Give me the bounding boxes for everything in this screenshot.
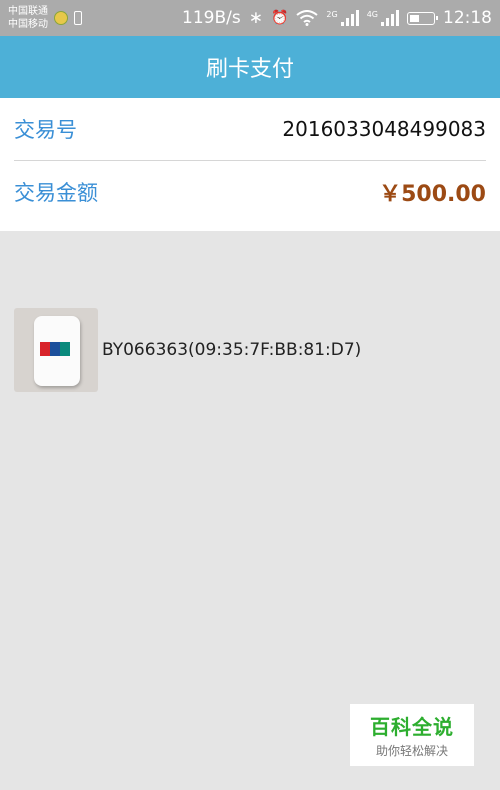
status-bar: 中国联通 中国移动 119B/s ∗ ⏰ 2G 4G 12:18: [0, 0, 500, 36]
bluetooth-icon: ∗: [248, 8, 263, 28]
watermark-subtitle: 助你轻松解决: [375, 744, 448, 758]
receipt-zigzag-edge: [0, 223, 500, 231]
watermark: 百科全说 助你轻松解决: [350, 704, 474, 766]
card-reader-thumbnail: [14, 308, 98, 392]
carrier-bottom: 中国移动: [8, 19, 48, 30]
page-title: 刷卡支付: [205, 57, 294, 82]
wifi-icon: [296, 10, 319, 26]
transaction-info-card: 交易号 2016033048499083 交易金额 ￥500.00: [0, 98, 500, 231]
carrier-top: 中国联通: [8, 6, 48, 17]
transaction-amount-value: ￥500.00: [379, 182, 486, 207]
signal-4g-icon: 4G: [367, 10, 399, 26]
card-reader-name: BY066363(09:35:7F:BB:81:D7): [102, 340, 362, 360]
transaction-number-row: 交易号 2016033048499083: [0, 98, 500, 160]
signal-2g-icon: 2G: [326, 10, 359, 26]
net-speed: 119B/s: [182, 8, 241, 28]
transaction-amount-row: 交易金额 ￥500.00: [0, 161, 500, 223]
carrier-names: 中国联通 中国移动: [8, 5, 48, 31]
alarm-icon: ⏰: [270, 10, 289, 26]
app-header: 刷卡支付: [0, 36, 500, 98]
unionpay-logo-icon: [40, 342, 70, 356]
clock: 12:18: [443, 8, 492, 28]
transaction-amount-label: 交易金额: [14, 181, 98, 205]
app-notification-icon: [54, 11, 68, 25]
watermark-title: 百科全说: [370, 715, 454, 739]
transaction-number-label: 交易号: [14, 118, 77, 142]
battery-icon: [407, 11, 438, 25]
charging-notification-icon: [74, 11, 82, 25]
transaction-number-value: 2016033048499083: [282, 117, 486, 141]
card-reader-device-item[interactable]: BY066363(09:35:7F:BB:81:D7): [14, 308, 361, 392]
